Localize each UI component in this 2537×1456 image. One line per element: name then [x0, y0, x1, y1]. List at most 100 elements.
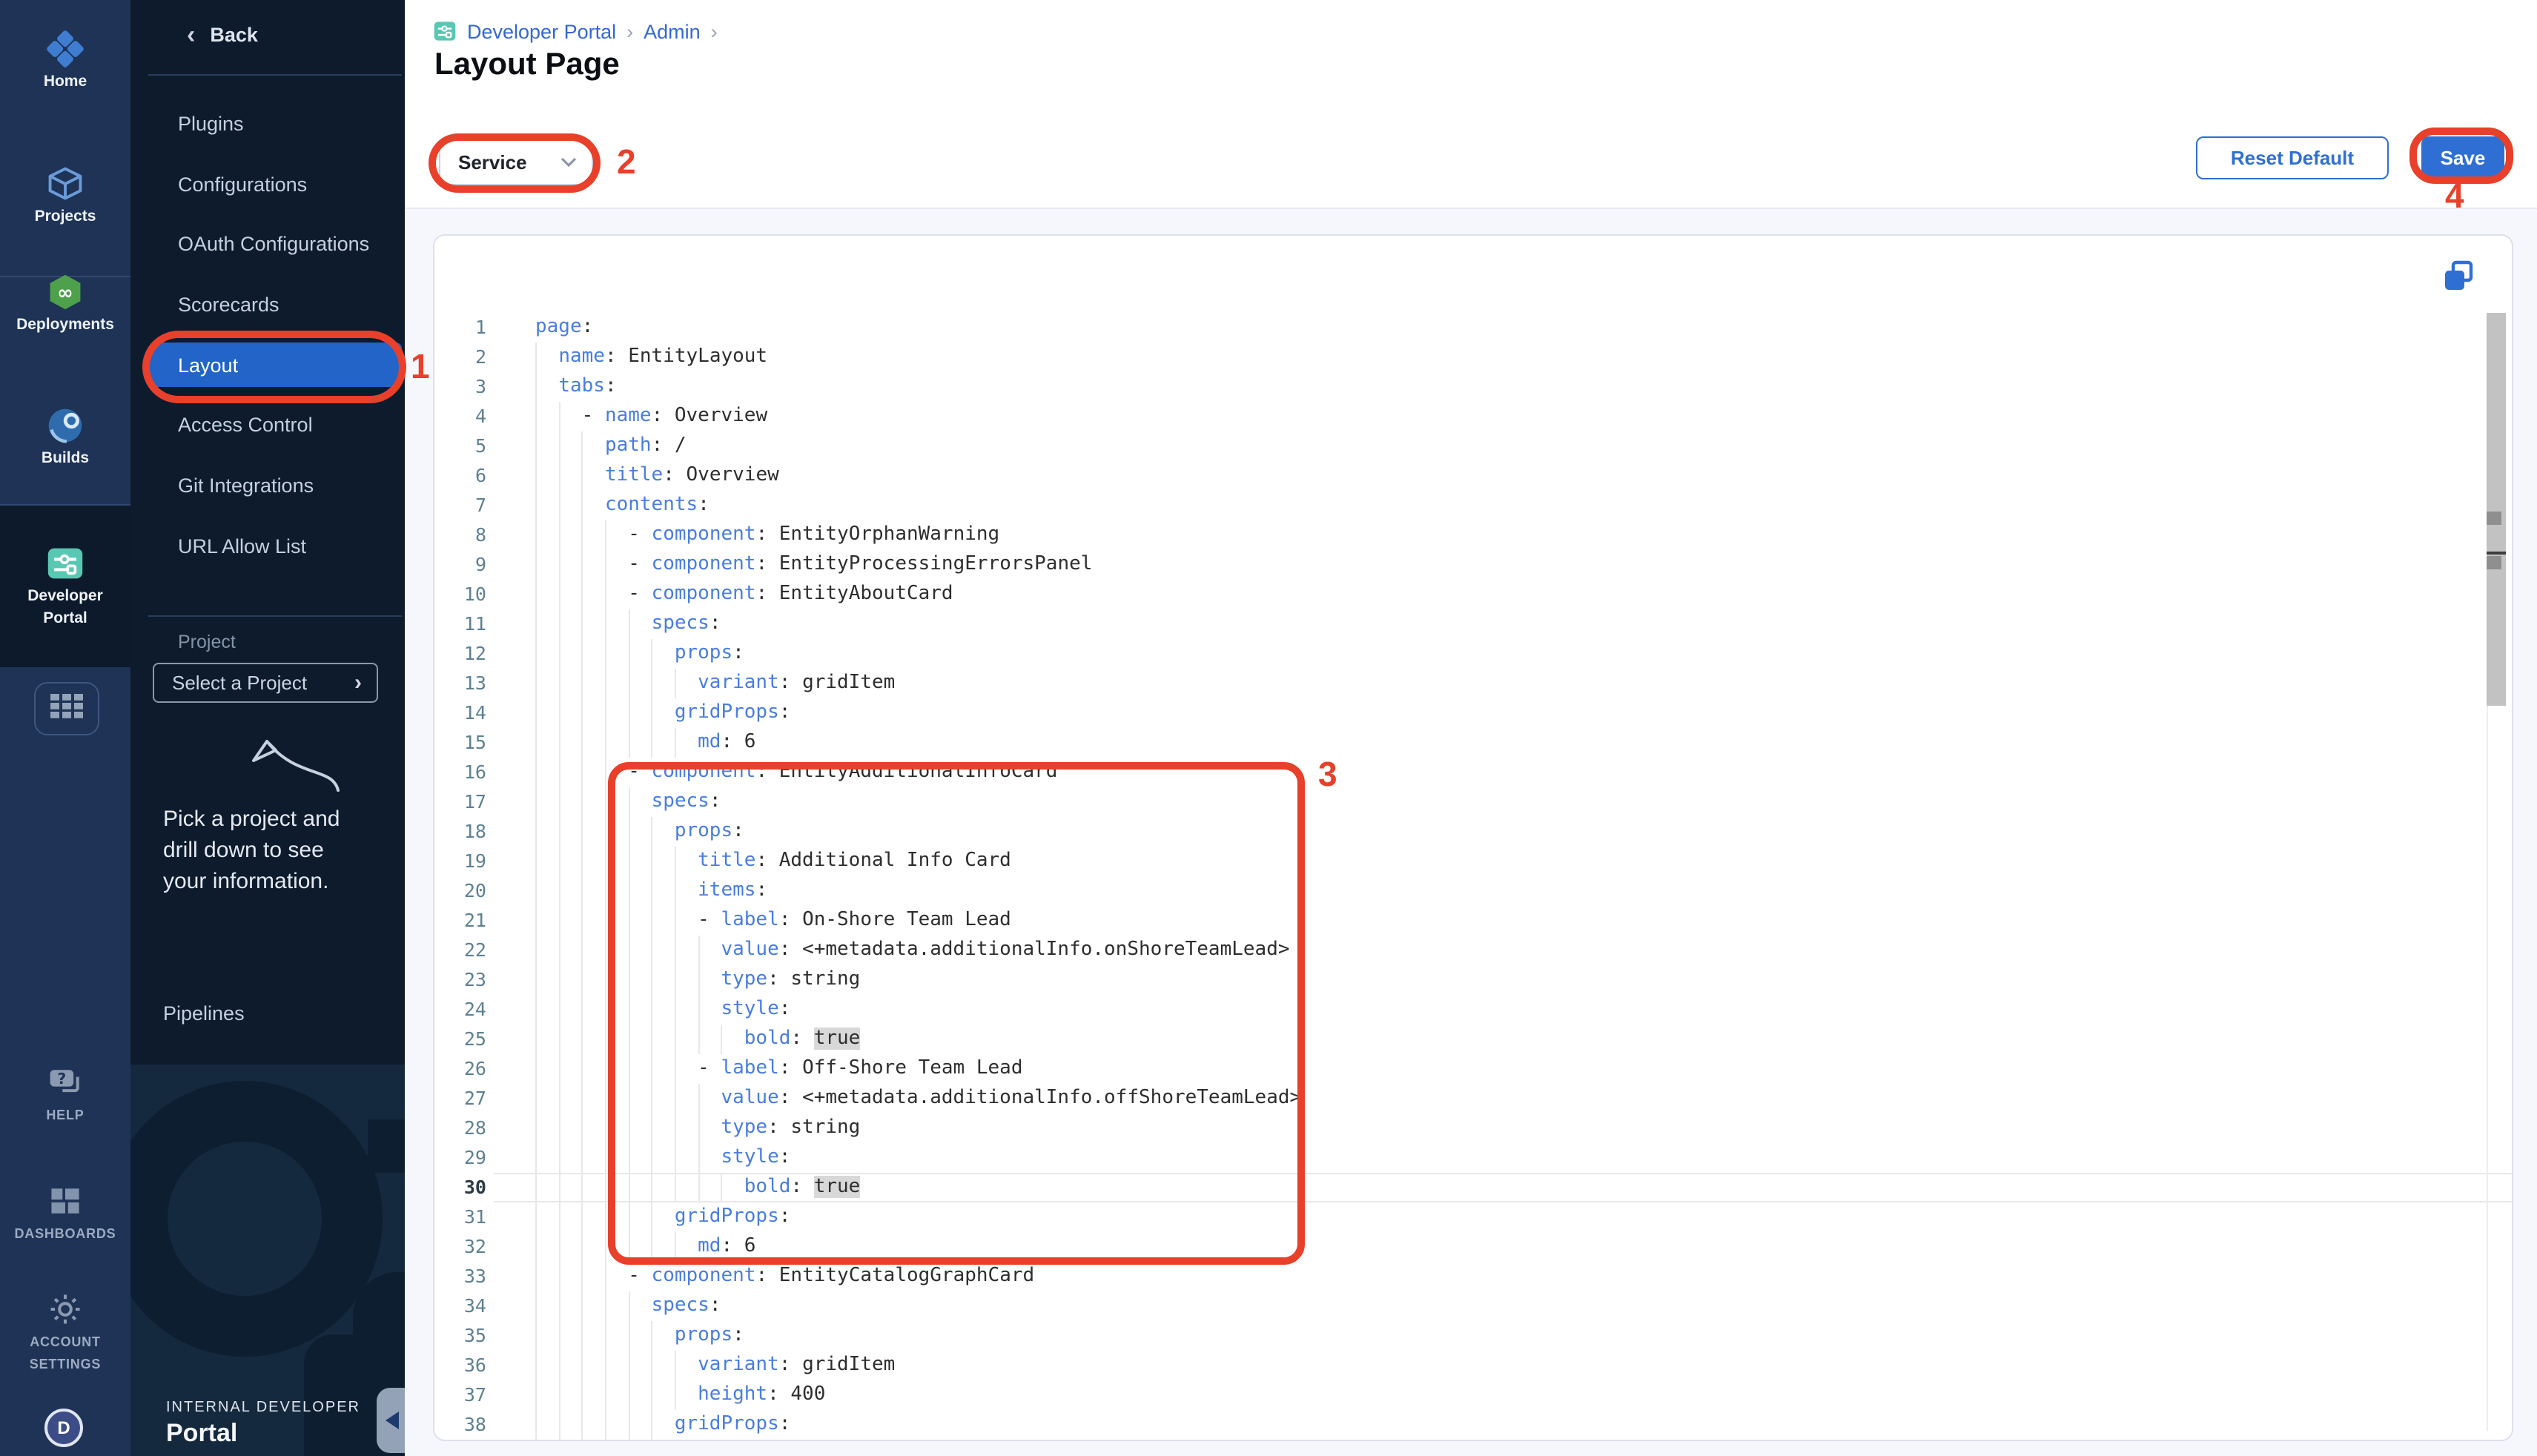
back-button[interactable]: ‹ Back — [187, 24, 258, 46]
sidebar-item-url-allow-list[interactable]: URL Allow List — [130, 516, 405, 576]
yaml-value: <+metadata.additionalInfo.offShoreTeamLe… — [802, 1087, 1301, 1109]
code-line[interactable]: 31 gridProps: — [434, 1202, 2512, 1232]
indent-guide — [535, 669, 537, 698]
code-line[interactable]: 7 contents: — [434, 491, 2512, 520]
code-line[interactable]: 26 - label: Off-Shore Team Lead — [434, 1054, 2512, 1084]
indent-guide — [628, 1351, 629, 1380]
module-builds[interactable]: Builds — [0, 406, 130, 467]
indent-guide — [582, 461, 583, 491]
sidebar-item-git-integrations[interactable]: Git Integrations — [130, 455, 405, 515]
reset-default-button[interactable]: Reset Default — [2196, 136, 2389, 179]
module-switcher-button[interactable] — [34, 682, 99, 735]
code-text: - name: Overview — [494, 402, 2512, 431]
indent-guide — [535, 1173, 537, 1202]
code-line[interactable]: 17 specs: — [434, 787, 2512, 817]
code-line[interactable]: 20 items: — [434, 876, 2512, 906]
code-line[interactable]: 15 md: 6 — [434, 728, 2512, 758]
copy-button[interactable] — [2442, 259, 2475, 292]
module-deployments[interactable]: ∞Deployments — [0, 273, 130, 334]
code-text: value: <+metadata.additionalInfo.offShor… — [494, 1084, 2512, 1113]
code-line[interactable]: 11 specs: — [434, 609, 2512, 639]
indent-guide — [582, 1232, 583, 1262]
sidebar-collapse-button[interactable] — [377, 1388, 405, 1453]
sidebar-item-configurations[interactable]: Configurations — [130, 153, 405, 214]
indent-guide — [558, 1054, 560, 1084]
code-line[interactable]: 25 bold: true — [434, 1025, 2512, 1054]
sidebar-item-pipelines[interactable]: Pipelines — [163, 1002, 245, 1025]
sidebar-item-oauth-configurations[interactable]: OAuth Configurations — [130, 214, 405, 274]
code-line[interactable]: 3 tabs: — [434, 372, 2512, 402]
sidebar-item-scorecards[interactable]: Scorecards — [130, 274, 405, 334]
code-line[interactable]: 10 - component: EntityAboutCard — [434, 580, 2512, 609]
line-number: 21 — [434, 906, 494, 936]
code-line[interactable]: 37 height: 400 — [434, 1380, 2512, 1410]
sidebar-item-layout[interactable]: Layout — [130, 335, 405, 395]
indent-guide — [558, 906, 560, 936]
avatar[interactable]: D — [44, 1409, 83, 1447]
save-button[interactable]: Save — [2421, 136, 2504, 179]
code-line[interactable]: 35 props: — [434, 1321, 2512, 1351]
code-line[interactable]: 30 bold: true — [434, 1173, 2512, 1202]
code-line[interactable]: 5 path: / — [434, 431, 2512, 461]
code-line[interactable]: 14 gridProps: — [434, 698, 2512, 728]
line-number: 5 — [434, 431, 494, 461]
indent-guide — [558, 461, 560, 491]
code-line[interactable]: 21 - label: On-Shore Team Lead — [434, 906, 2512, 936]
code-line[interactable]: 2 name: EntityLayout — [434, 343, 2512, 372]
code-line[interactable]: 32 md: 6 — [434, 1232, 2512, 1262]
module-home[interactable]: Home — [0, 30, 130, 90]
yaml-value: <+metadata.additionalInfo.onShoreTeamLea… — [802, 939, 1289, 961]
indent-guide — [558, 758, 560, 787]
code-line[interactable]: 27 value: <+metadata.additionalInfo.offS… — [434, 1084, 2512, 1113]
code-line[interactable]: 12 props: — [434, 639, 2512, 669]
yaml-value: true — [814, 1176, 861, 1198]
sidebar-item-plugins[interactable]: Plugins — [130, 93, 405, 153]
code-line[interactable]: 18 props: — [434, 817, 2512, 847]
indent-guide — [582, 639, 583, 669]
code-line[interactable]: 29 style: — [434, 1143, 2512, 1173]
rail-label: DASHBOARDS — [14, 1225, 116, 1242]
module-developer-portal[interactable]: DeveloperPortal — [0, 544, 130, 627]
rail-help[interactable]: ?HELP — [0, 1063, 130, 1124]
indent-guide — [675, 669, 676, 698]
code-line[interactable]: 4 - name: Overview — [434, 402, 2512, 431]
module-projects[interactable]: Projects — [0, 165, 130, 225]
code-line[interactable]: 23 type: string — [434, 965, 2512, 995]
code-line[interactable]: 34 specs: — [434, 1291, 2512, 1321]
yaml-key: path — [605, 434, 652, 457]
rail-account-settings[interactable]: ACCOUNTSETTINGS — [0, 1290, 130, 1373]
indent-guide — [582, 787, 583, 817]
code-line[interactable]: 36 variant: gridItem — [434, 1351, 2512, 1380]
code-line[interactable]: 28 type: string — [434, 1113, 2512, 1143]
indent-guide — [582, 817, 583, 847]
rail-dashboards[interactable]: DASHBOARDS — [0, 1182, 130, 1242]
line-number: 2 — [434, 343, 494, 372]
indent-guide — [605, 609, 606, 639]
code-line[interactable]: 24 style: — [434, 995, 2512, 1025]
project-select-button[interactable]: Select a Project › — [153, 663, 378, 703]
breadcrumb-developer-portal[interactable]: Developer Portal — [467, 20, 616, 42]
code-line[interactable]: 22 value: <+metadata.additionalInfo.onSh… — [434, 936, 2512, 965]
indent-guide — [721, 1173, 722, 1202]
indent-guide — [605, 1291, 606, 1321]
sidebar-divider — [148, 74, 402, 76]
code-line[interactable]: 38 gridProps: — [434, 1410, 2512, 1440]
breadcrumb-admin[interactable]: Admin — [644, 20, 701, 42]
developer-portal-icon — [46, 544, 85, 583]
code-line[interactable]: 33 - component: EntityCatalogGraphCard — [434, 1262, 2512, 1291]
scrollbar-thumb[interactable] — [2487, 313, 2506, 706]
code-line[interactable]: 1page: — [434, 313, 2512, 343]
code-line[interactable]: 8 - component: EntityOrphanWarning — [434, 520, 2512, 550]
sidebar-item-access-control[interactable]: Access Control — [130, 395, 405, 455]
service-select[interactable]: Service — [439, 138, 593, 185]
indent-guide — [628, 639, 629, 669]
code-line[interactable]: 9 - component: EntityProcessingErrorsPan… — [434, 550, 2512, 580]
yaml-key: specs — [652, 612, 710, 635]
code-line[interactable]: 6 title: Overview — [434, 461, 2512, 491]
code-line[interactable]: 16 - component: EntityAdditionalInfoCard — [434, 758, 2512, 787]
yaml-editor[interactable]: 1page:2 name: EntityLayout3 tabs:4 - nam… — [434, 313, 2512, 1440]
code-line[interactable]: 19 title: Additional Info Card — [434, 847, 2512, 876]
main-area: Developer Portal › Admin › Layout Page S… — [405, 0, 2537, 1456]
code-line[interactable]: 13 variant: gridItem — [434, 669, 2512, 698]
indent-guide — [675, 906, 676, 936]
